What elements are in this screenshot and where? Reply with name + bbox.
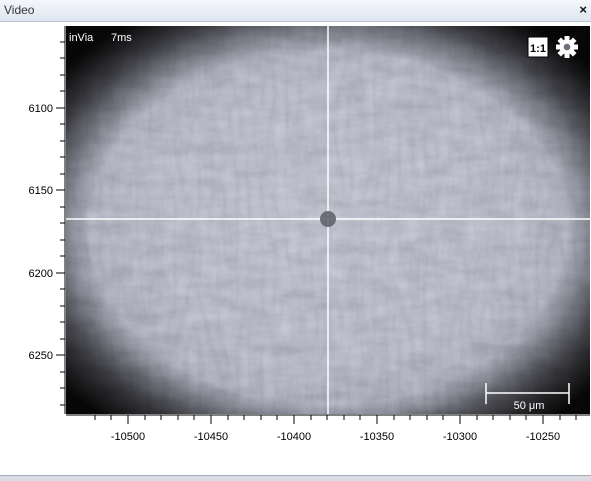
x-tick-label: -10400 [277, 431, 311, 443]
video-viewer: inVia 7ms 1:1 50 μm 6100 6150 6200 6250 … [29, 26, 590, 443]
x-tick-label: -10350 [360, 431, 394, 443]
window-title: Video [4, 3, 35, 17]
gear-icon[interactable] [556, 36, 578, 58]
exposure-label: 7ms [111, 32, 132, 44]
close-icon[interactable]: × [579, 2, 587, 18]
x-tick-label: -10250 [526, 431, 560, 443]
panel-bottom-border [0, 475, 591, 481]
x-tick-label: -10300 [443, 431, 477, 443]
instrument-label: inVia [69, 32, 94, 44]
scale-bar-label: 50 μm [514, 400, 545, 412]
x-axis [66, 414, 590, 424]
x-tick-label: -10500 [111, 431, 145, 443]
y-tick-label: 6150 [29, 185, 53, 197]
y-tick-label: 6100 [29, 103, 53, 115]
one-to-one-button[interactable]: 1:1 [527, 36, 549, 58]
y-tick-label: 6200 [29, 268, 53, 280]
one-to-one-label: 1:1 [530, 43, 546, 55]
x-tick-label: -10450 [194, 431, 228, 443]
window-titlebar: Video × [0, 0, 591, 22]
y-axis [56, 26, 66, 414]
y-tick-label: 6250 [29, 350, 53, 362]
